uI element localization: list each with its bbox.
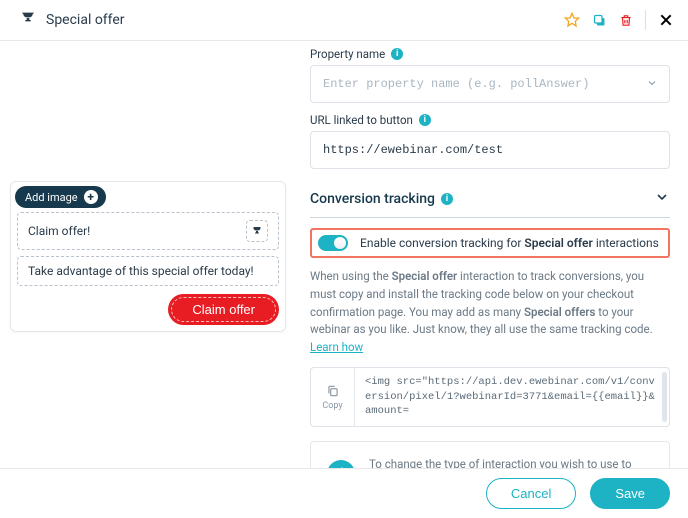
star-icon[interactable] [564,12,580,28]
info-icon[interactable]: i [391,48,403,60]
copy-code-button[interactable]: Copy [311,368,355,426]
subtext-input[interactable]: Take advantage of this special offer tod… [17,256,279,286]
enable-tracking-highlight: Enable conversion tracking for Special o… [310,228,670,258]
info-icon[interactable]: i [419,114,431,126]
info-message: To change the type of interaction you wi… [369,456,653,468]
headline-trophy-icon[interactable] [246,220,268,242]
settings-panel: Property name i URL linked to button i C… [300,41,688,468]
preview-panel: Add image + Claim offer! Take advantage … [0,41,300,468]
info-icon[interactable]: i [441,193,453,205]
plus-icon: + [84,190,98,204]
headline-text: Claim offer! [28,224,90,238]
info-icon: i [327,460,355,468]
conversion-tracking-header[interactable]: Conversion tracking i [310,183,670,218]
chevron-down-icon [654,189,670,209]
scrollbar[interactable] [662,372,667,422]
property-name-label: Property name i [310,47,670,61]
delete-icon[interactable] [619,13,633,28]
info-panel: i To change the type of interaction you … [310,441,670,468]
enable-tracking-label: Enable conversion tracking for Special o… [360,236,659,250]
add-image-label: Add image [25,191,78,204]
close-icon[interactable] [658,12,674,28]
add-image-button[interactable]: Add image + [15,186,106,208]
tracking-code-text[interactable]: <img src="https://api.dev.ewebinar.com/v… [355,368,669,426]
cancel-button[interactable]: Cancel [486,478,576,509]
claim-offer-button[interactable]: Claim offer [168,294,279,325]
property-name-input[interactable] [310,65,670,103]
save-button[interactable]: Save [590,478,670,509]
duplicate-icon[interactable] [592,13,607,28]
subtext-text: Take advantage of this special offer tod… [28,264,254,278]
modal-footer: Cancel Save [0,468,688,518]
url-label: URL linked to button i [310,113,670,127]
modal-header: Special offer [0,0,688,41]
copy-label: Copy [322,401,342,411]
preview-card: Add image + Claim offer! Take advantage … [10,181,286,332]
url-input[interactable] [310,131,670,169]
tracking-helper-text: When using the Special offer interaction… [310,268,670,357]
learn-how-link[interactable]: Learn how [310,340,363,354]
copy-icon [326,384,340,398]
conversion-heading: Conversion tracking [310,191,435,207]
divider [645,10,646,30]
headline-input[interactable]: Claim offer! [17,212,279,250]
claim-offer-label: Claim offer [192,302,255,317]
enable-tracking-toggle[interactable] [318,235,348,251]
cancel-label: Cancel [511,486,551,501]
save-label: Save [615,486,645,501]
trophy-icon [20,10,36,30]
modal-title: Special offer [46,12,564,28]
tracking-code-box: Copy <img src="https://api.dev.ewebinar.… [310,367,670,427]
